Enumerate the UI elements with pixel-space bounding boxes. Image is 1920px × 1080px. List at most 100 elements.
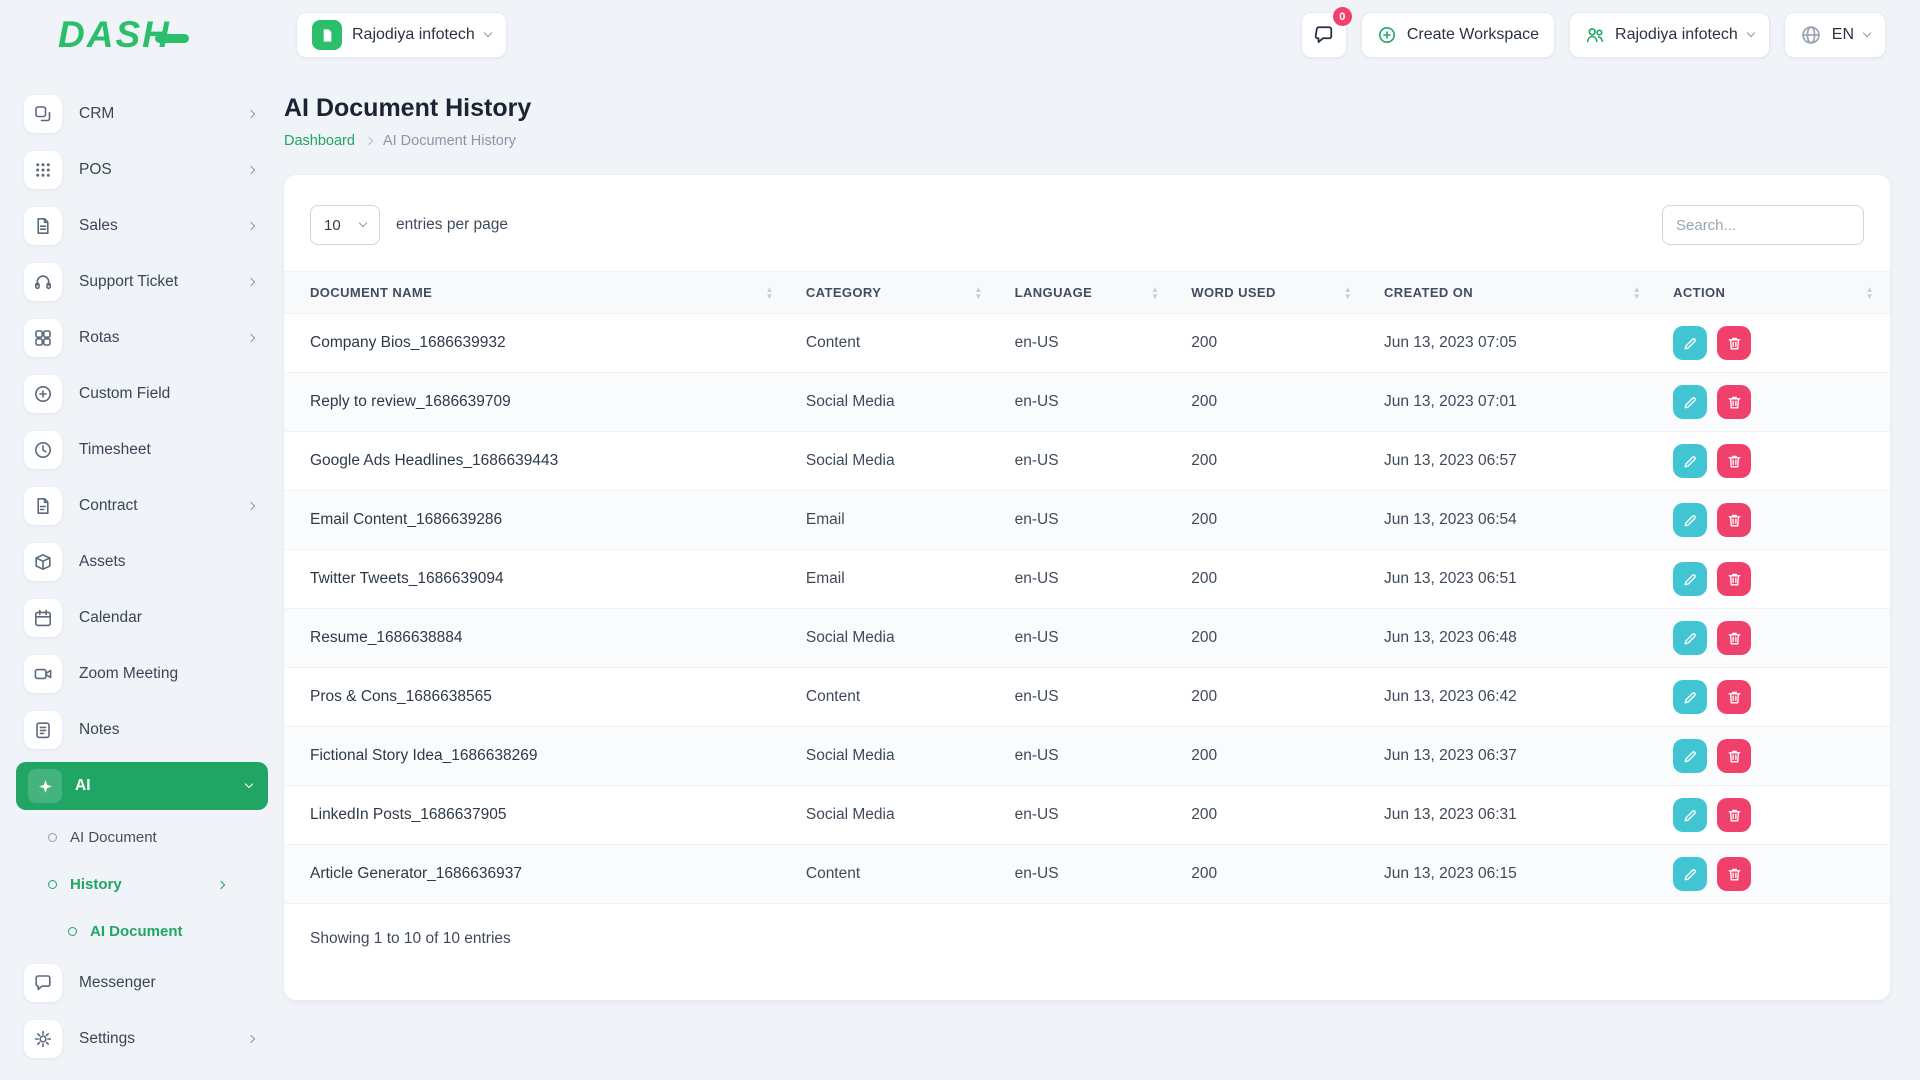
messenger-icon <box>24 964 62 1002</box>
edit-button[interactable] <box>1673 562 1708 596</box>
column-header-category[interactable]: CATEGORY ▲ ▼ <box>789 271 999 314</box>
sidebar-item-settings[interactable]: Settings <box>0 1011 284 1067</box>
delete-button[interactable] <box>1717 385 1752 419</box>
edit-button[interactable] <box>1673 444 1708 478</box>
cell-language: en-US <box>998 726 1176 786</box>
sidebar-item-label: Zoom Meeting <box>79 665 179 682</box>
table-row: Twitter Tweets_1686639094 Email en-US 200 Ju… <box>284 549 1890 609</box>
sidebar-subitem-ai-document[interactable]: AI Document <box>0 814 284 861</box>
table-row: Article Generator_1686636937 Content en-US… <box>284 844 1890 904</box>
delete-button[interactable] <box>1717 444 1752 478</box>
sidebar-item-sales[interactable]: Sales <box>0 198 284 254</box>
cell-document-name: Resume_1686638884 <box>284 608 790 668</box>
cell-category: Social Media <box>789 785 999 845</box>
delete-button[interactable] <box>1717 562 1752 596</box>
sidebar-item-support-ticket[interactable]: Support Ticket <box>0 254 284 310</box>
delete-button[interactable] <box>1717 503 1752 537</box>
cell-document-name: Email Content_1686639286 <box>284 490 790 550</box>
column-header-language[interactable]: LANGUAGE ▲ ▼ <box>998 271 1176 314</box>
sidebar-subitem-history[interactable]: History <box>0 861 284 908</box>
sidebar-item-label: Settings <box>79 1030 136 1047</box>
cell-language: en-US <box>998 313 1176 373</box>
edit-button[interactable] <box>1673 798 1708 832</box>
chevron-right-icon <box>246 1034 256 1044</box>
sidebar-item-messenger[interactable]: Messenger <box>0 955 284 1011</box>
edit-button[interactable] <box>1673 503 1708 537</box>
cell-word-used: 200 <box>1175 490 1369 550</box>
workspace-switcher[interactable]: Rajodiya infotech <box>296 12 507 58</box>
sidebar-item-zoom-meeting[interactable]: Zoom Meeting <box>0 646 284 702</box>
edit-button[interactable] <box>1673 680 1708 714</box>
sidebar-item-notes[interactable]: Notes <box>0 702 284 758</box>
pencil-icon <box>1682 807 1699 824</box>
cell-document-name: Pros & Cons_1686638565 <box>284 667 790 727</box>
trash-icon <box>1726 748 1743 765</box>
create-workspace-button[interactable]: Create Workspace <box>1360 12 1556 58</box>
workspace-name: Rajodiya infotech <box>352 26 475 43</box>
topbar-right: 0 Create Workspace Rajodiya infotech EN <box>1300 7 1920 58</box>
table-row: Reply to review_1686639709 Social Media en… <box>284 372 1890 432</box>
contract-icon <box>24 487 62 525</box>
cell-actions <box>1657 431 1890 491</box>
cell-language: en-US <box>998 667 1176 727</box>
search-input[interactable] <box>1662 205 1864 245</box>
cell-category: Email <box>789 490 999 550</box>
sidebar-item-assets[interactable]: Assets <box>0 534 284 590</box>
cell-created-on: Jun 13, 2023 06:15 <box>1368 844 1658 904</box>
trash-icon <box>1726 394 1743 411</box>
trash-icon <box>1726 453 1743 470</box>
chevron-right-icon <box>216 880 226 889</box>
delete-button[interactable] <box>1717 680 1752 714</box>
cell-document-name: LinkedIn Posts_1686637905 <box>284 785 790 845</box>
sidebar-item-label: Assets <box>79 553 126 570</box>
column-header-word-used[interactable]: WORD USED ▲ ▼ <box>1175 271 1369 314</box>
brand-logo-text: DASH <box>58 14 171 55</box>
sidebar-item-ai[interactable]: AI <box>16 762 268 810</box>
column-header-created-on[interactable]: CREATED ON ▲ ▼ <box>1368 271 1658 314</box>
sidebar-item-contract[interactable]: Contract <box>0 478 284 534</box>
sidebar-subitem-ai-document[interactable]: AI Document <box>0 908 284 955</box>
sidebar-item-label: Timesheet <box>79 441 151 458</box>
sidebar-item-crm[interactable]: CRM <box>0 86 284 142</box>
table-header-row: DOCUMENT NAME ▲ ▼ CATEGORY ▲ ▼ LANGUAGE ▲ ▼ WORD … <box>284 271 1890 314</box>
cell-category: Social Media <box>789 372 999 432</box>
sidebar-item-rotas[interactable]: Rotas <box>0 310 284 366</box>
edit-button[interactable] <box>1673 326 1708 360</box>
table-row: Resume_1686638884 Social Media en-US 200 Jun… <box>284 608 1890 668</box>
column-header-action[interactable]: ACTION ▲ ▼ <box>1657 271 1890 314</box>
pos-icon <box>24 151 62 189</box>
account-menu[interactable]: Rajodiya infotech <box>1569 12 1770 58</box>
cell-word-used: 200 <box>1175 549 1369 609</box>
support-icon <box>24 263 62 301</box>
sidebar-item-label: CRM <box>79 105 115 122</box>
page-size-select[interactable]: 10 <box>310 205 380 245</box>
sort-icon: ▲ ▼ <box>1343 284 1353 301</box>
sidebar-item-pos[interactable]: POS <box>0 142 284 198</box>
cell-created-on: Jun 13, 2023 06:42 <box>1368 667 1658 727</box>
delete-button[interactable] <box>1717 798 1752 832</box>
delete-button[interactable] <box>1717 621 1752 655</box>
edit-button[interactable] <box>1673 857 1708 891</box>
column-header-document-name[interactable]: DOCUMENT NAME ▲ ▼ <box>284 271 790 314</box>
edit-button[interactable] <box>1673 739 1708 773</box>
delete-button[interactable] <box>1717 739 1752 773</box>
calendar-icon <box>24 599 62 637</box>
sidebar-item-timesheet[interactable]: Timesheet <box>0 422 284 478</box>
cell-created-on: Jun 13, 2023 06:48 <box>1368 608 1658 668</box>
language-menu[interactable]: EN <box>1783 12 1886 58</box>
pencil-icon <box>1682 335 1699 352</box>
clock-icon <box>24 431 62 469</box>
messages-button[interactable]: 0 <box>1300 7 1352 58</box>
edit-button[interactable] <box>1673 385 1708 419</box>
cell-document-name: Company Bios_1686639932 <box>284 313 790 373</box>
sort-icon: ▲ ▼ <box>1150 284 1160 301</box>
edit-button[interactable] <box>1673 621 1708 655</box>
delete-button[interactable] <box>1717 857 1752 891</box>
sidebar-item-calendar[interactable]: Calendar <box>0 590 284 646</box>
breadcrumb-dashboard-link[interactable]: Dashboard <box>284 133 355 149</box>
sidebar-item-custom-field[interactable]: Custom Field <box>0 366 284 422</box>
cell-category: Content <box>789 667 999 727</box>
brand-logo[interactable]: DASH <box>0 14 284 56</box>
table-row: Pros & Cons_1686638565 Content en-US 200 Jun… <box>284 667 1890 727</box>
delete-button[interactable] <box>1717 326 1752 360</box>
